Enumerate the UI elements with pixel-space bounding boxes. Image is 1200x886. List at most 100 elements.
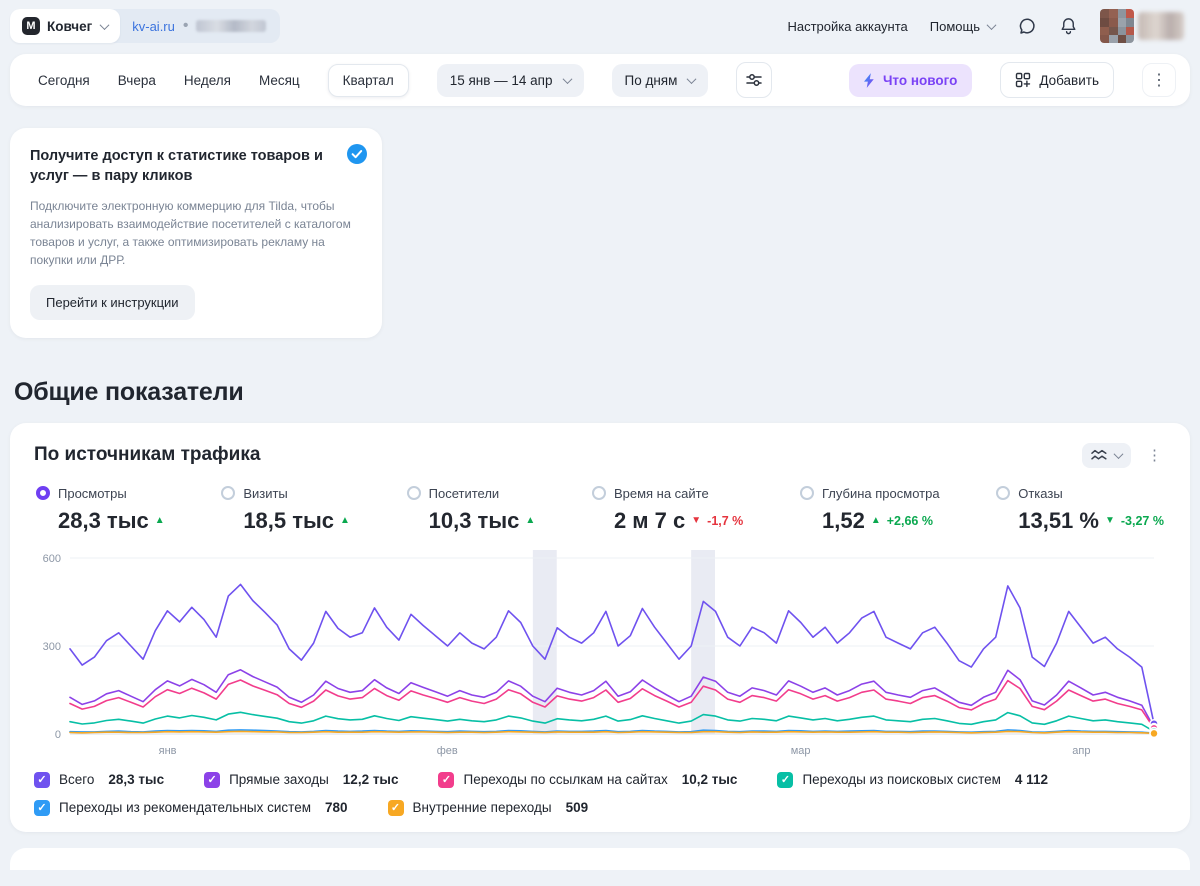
trend-up-icon: ▲ [340, 515, 350, 527]
line-chart-icon [1091, 449, 1107, 460]
metric-tab-5[interactable]: Глубина просмотра 1,52 ▲ +2,66 % [799, 486, 940, 534]
counter-name: Ковчег [47, 18, 93, 34]
legend-label: Переходы из поисковых систем [802, 772, 1001, 788]
lightning-icon [863, 72, 874, 88]
account-settings-link[interactable]: Настройка аккаунта [787, 19, 907, 34]
chat-icon[interactable] [1017, 16, 1037, 36]
next-widget-partial [10, 847, 1190, 870]
legend-value: 12,2 тыс [342, 772, 399, 788]
metric-label: Отказы [1018, 485, 1063, 501]
legend-value: 509 [565, 800, 589, 816]
legend-label: Прямые заходы [229, 772, 329, 788]
metric-radio-icon[interactable] [221, 486, 236, 501]
chevron-down-icon [99, 19, 110, 30]
metric-value: 28,3 тыс [58, 507, 149, 533]
topbar-right: Настройка аккаунта Помощь [787, 9, 1184, 43]
metric-delta: +2,66 % [886, 513, 933, 528]
chart-legend: ✓ Всего 28,3 тыс ✓ Прямые заходы 12,2 тыс ✓ Пер… [34, 771, 1166, 816]
tab-month[interactable]: Месяц [259, 73, 300, 88]
widget-title: По источникам трафика [34, 444, 261, 466]
whats-new-button[interactable]: Что нового [848, 63, 973, 97]
trend-up-icon: ▲ [154, 515, 165, 527]
add-button[interactable]: Добавить [1000, 62, 1114, 98]
chart-type-select[interactable] [1082, 442, 1131, 468]
date-range-picker[interactable]: 15 янв — 14 апр [436, 63, 584, 97]
granularity-select[interactable]: По дням [611, 63, 709, 97]
svg-text:0: 0 [55, 729, 61, 741]
legend-label: Всего [59, 772, 95, 788]
trend-up-icon: ▲ [870, 515, 881, 527]
metric-tab-1[interactable]: Просмотры 28,3 тыс ▲ [36, 486, 165, 534]
svg-text:фев: фев [437, 745, 458, 757]
counter-selector[interactable]: М Ковчег [10, 9, 121, 43]
add-widget-icon [1016, 72, 1031, 88]
separator-dot: • [182, 17, 189, 34]
topbar: М Ковчег kv-ai.ru • Настройка аккаунта П… [0, 0, 1200, 46]
toolbar-menu-button[interactable]: ⋮ [1142, 63, 1176, 97]
legend-item[interactable]: ✓ Переходы из поисковых систем 4 112 [777, 771, 1048, 788]
widget-menu-button[interactable]: ⋮ [1143, 444, 1166, 466]
counter-group: М Ковчег kv-ai.ru • [10, 9, 281, 43]
legend-row-2: ✓ Переходы из рекомендательных систем 780 ✓… [34, 799, 1166, 816]
legend-item[interactable]: ✓ Всего 28,3 тыс [34, 771, 165, 788]
filters-button[interactable] [736, 62, 773, 98]
metric-tab-4[interactable]: Время на сайте 2 м 7 с ▼ -1,7 % [591, 485, 743, 534]
legend-label: Переходы по ссылкам на сайтах [463, 772, 668, 788]
legend-item[interactable]: ✓ Внутренние переходы 509 [387, 799, 589, 816]
metric-value: 2 м 7 с [613, 507, 686, 533]
tab-week[interactable]: Неделя [184, 73, 231, 88]
metric-tab-2[interactable]: Визиты 18,5 тыс ▲ [221, 486, 350, 534]
metric-tab-3[interactable]: Посетители 10,3 тыс ▲ [406, 486, 536, 534]
metric-radio-icon[interactable] [406, 486, 421, 501]
promo-title: Получите доступ к статистике товаров и у… [30, 148, 323, 185]
traffic-chart[interactable]: 0 300 600 янв фев мар апр [34, 546, 1166, 760]
legend-checkbox[interactable]: ✓ [34, 771, 50, 788]
metric-radio-icon[interactable] [36, 486, 50, 501]
legend-checkbox[interactable]: ✓ [204, 771, 221, 788]
trend-down-icon: ▼ [1104, 515, 1115, 527]
metric-value: 10,3 тыс [428, 507, 520, 533]
metric-value: 18,5 тыс [243, 507, 335, 533]
metric-radio-icon[interactable] [799, 486, 814, 501]
avatar [1100, 9, 1134, 43]
legend-item[interactable]: ✓ Прямые заходы 12,2 тыс [204, 771, 399, 788]
metric-tab-6[interactable]: Отказы 13,51 % ▼ -3,27 % [996, 486, 1164, 534]
legend-checkbox[interactable]: ✓ [438, 771, 455, 788]
metric-radio-icon[interactable] [996, 486, 1011, 501]
traffic-sources-widget: По источникам трафика ⋮ Просмотры 28,3 ты… [10, 422, 1190, 832]
tab-today[interactable]: Сегодня [38, 73, 90, 88]
help-menu[interactable]: Помощь [930, 19, 997, 34]
counter-logo-icon: М [22, 17, 40, 35]
check-badge-icon [346, 143, 368, 170]
tab-yesterday[interactable]: Вчера [118, 73, 156, 88]
redacted-site-id [196, 20, 267, 32]
svg-text:янв: янв [159, 745, 177, 757]
chevron-down-icon [986, 19, 997, 30]
trend-up-icon: ▲ [525, 515, 536, 527]
tab-quarter[interactable]: Квартал [327, 63, 409, 97]
legend-checkbox[interactable]: ✓ [34, 799, 50, 816]
legend-label: Переходы из рекомендательных систем [59, 800, 311, 816]
metric-radio-icon[interactable] [591, 486, 606, 501]
sliders-icon [746, 74, 763, 86]
chevron-down-icon [562, 73, 572, 84]
metric-label: Визиты [243, 485, 288, 501]
promo-description: Подключите электронную коммерцию для Til… [30, 198, 351, 268]
legend-value: 28,3 тыс [108, 772, 165, 788]
legend-checkbox[interactable]: ✓ [777, 771, 794, 788]
notifications-bell-icon[interactable] [1059, 16, 1078, 36]
chevron-down-icon [1113, 448, 1124, 459]
legend-label: Внутренние переходы [412, 800, 552, 816]
metric-value: 1,52 [821, 507, 865, 533]
legend-item[interactable]: ✓ Переходы из рекомендательных систем 780 [34, 799, 348, 816]
promo-instruction-button[interactable]: Перейти к инструкции [30, 284, 195, 320]
legend-checkbox[interactable]: ✓ [387, 799, 404, 816]
metric-label: Время на сайте [613, 485, 709, 501]
svg-text:600: 600 [43, 553, 61, 565]
user-menu[interactable] [1100, 9, 1184, 43]
site-link[interactable]: kv-ai.ru [132, 19, 175, 34]
metric-label: Просмотры [58, 485, 127, 501]
legend-value: 780 [325, 800, 348, 816]
legend-item[interactable]: ✓ Переходы по ссылкам на сайтах 10,2 тыс [438, 771, 737, 788]
trend-down-icon: ▼ [691, 515, 702, 527]
